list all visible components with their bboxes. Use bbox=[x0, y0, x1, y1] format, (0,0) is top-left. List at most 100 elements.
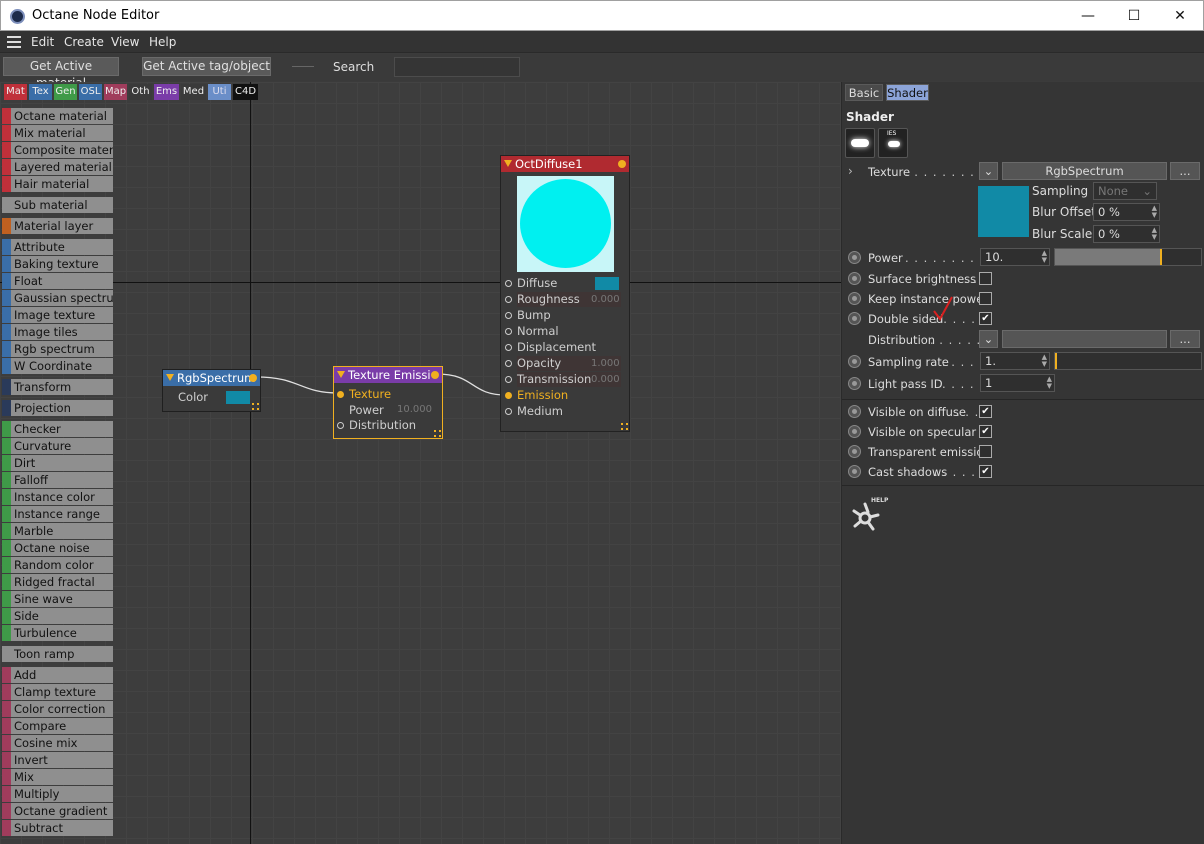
rgb-color-swatch[interactable] bbox=[226, 391, 250, 404]
diffuse-output-port[interactable] bbox=[618, 160, 626, 168]
pin-port[interactable] bbox=[505, 408, 512, 415]
resize-handle-icon[interactable] bbox=[434, 430, 441, 437]
tab-shader[interactable]: Shader bbox=[886, 84, 929, 101]
sampling-rate-field[interactable]: 1. ▲ ▼ bbox=[980, 352, 1050, 370]
pin-port[interactable] bbox=[337, 422, 344, 429]
pin-port[interactable] bbox=[505, 344, 512, 351]
slider-handle[interactable] bbox=[1160, 249, 1163, 265]
diffuse-color-swatch[interactable] bbox=[595, 277, 619, 290]
pin-medium[interactable]: Medium bbox=[505, 404, 621, 419]
expand-chevron-icon[interactable]: › bbox=[848, 164, 853, 178]
node-editor-canvas[interactable]: Mat Tex Gen OSL Map Oth Ems Med Uti C4D Octane ma… bbox=[0, 82, 841, 844]
pin-normal[interactable]: Normal bbox=[505, 324, 621, 339]
animate-radio-icon[interactable] bbox=[848, 251, 861, 264]
keep-instance-power-checkbox[interactable] bbox=[979, 292, 992, 305]
texture-emission-node[interactable]: Texture Emissi Texture Power 10.000 Dist… bbox=[333, 366, 443, 439]
hamburger-menu-icon[interactable] bbox=[7, 36, 21, 48]
pin-displacement[interactable]: Displacement bbox=[505, 340, 621, 355]
maximize-button[interactable]: ☐ bbox=[1119, 5, 1149, 27]
distribution-value-button[interactable] bbox=[1002, 330, 1167, 348]
resize-handle-icon[interactable] bbox=[621, 423, 628, 430]
help-icon[interactable]: HELP bbox=[851, 497, 891, 534]
animate-radio-icon[interactable] bbox=[848, 425, 861, 438]
rgb-spectrum-node[interactable]: RgbSpectrum Color bbox=[162, 369, 261, 412]
animate-radio-icon[interactable] bbox=[848, 355, 861, 368]
spinner-icon[interactable]: ▲ ▼ bbox=[1047, 376, 1052, 390]
animate-radio-icon[interactable] bbox=[848, 445, 861, 458]
pin-diffuse[interactable]: Diffuse bbox=[505, 276, 621, 291]
slider-handle[interactable] bbox=[1055, 353, 1057, 369]
oct-diffuse-node[interactable]: OctDiffuse1 Diffuse Roughness 0.000 Bump Nor… bbox=[500, 155, 630, 432]
pin-port[interactable] bbox=[505, 360, 512, 367]
menu-create[interactable]: Create bbox=[64, 35, 104, 49]
search-input[interactable] bbox=[394, 57, 520, 77]
pin-emission[interactable]: Emission bbox=[505, 388, 621, 403]
diffuse-node-header[interactable]: OctDiffuse1 bbox=[501, 156, 629, 172]
surface-brightness-checkbox[interactable] bbox=[979, 272, 992, 285]
minimize-button[interactable]: — bbox=[1073, 5, 1103, 27]
transparent-emission-checkbox[interactable] bbox=[979, 445, 992, 458]
collapse-triangle-icon[interactable] bbox=[337, 371, 345, 378]
power-slider[interactable] bbox=[1054, 248, 1202, 266]
transparent-emission-label: Transparent emission bbox=[868, 445, 991, 459]
emission-node-header[interactable]: Texture Emissi bbox=[334, 367, 442, 383]
pin-port[interactable] bbox=[505, 392, 512, 399]
power-field[interactable]: 10. ▲ ▼ bbox=[980, 248, 1050, 266]
get-active-tag-button[interactable]: Get Active tag/object bbox=[142, 57, 271, 76]
visible-on-diffuse-checkbox[interactable]: ✔ bbox=[979, 405, 992, 418]
tab-basic[interactable]: Basic bbox=[845, 84, 883, 101]
pin-port[interactable] bbox=[505, 280, 512, 287]
pin-roughness[interactable]: Roughness 0.000 bbox=[505, 292, 621, 307]
collapse-triangle-icon[interactable] bbox=[504, 160, 512, 167]
spinner-icon[interactable]: ▲ ▼ bbox=[1042, 250, 1047, 264]
animate-radio-icon[interactable] bbox=[848, 312, 861, 325]
ies-light-icon[interactable]: IES bbox=[878, 128, 908, 158]
sampling-rate-slider[interactable] bbox=[1054, 352, 1202, 370]
pin-texture[interactable]: Texture bbox=[337, 387, 391, 401]
texture-more-button[interactable]: ... bbox=[1170, 162, 1200, 180]
pin-port[interactable] bbox=[505, 376, 512, 383]
rgb-node-header[interactable]: RgbSpectrum bbox=[163, 370, 260, 386]
resize-handle-icon[interactable] bbox=[252, 403, 259, 410]
pin-port[interactable] bbox=[337, 391, 344, 398]
distribution-dropdown-button[interactable]: ⌄ bbox=[979, 330, 998, 348]
rgb-output-port[interactable] bbox=[249, 374, 257, 382]
pin-port[interactable] bbox=[505, 296, 512, 303]
pin-port[interactable] bbox=[505, 328, 512, 335]
texture-preview-swatch[interactable] bbox=[978, 186, 1029, 237]
menu-view[interactable]: View bbox=[111, 35, 139, 49]
light-pass-id-field[interactable]: 1 ▲ ▼ bbox=[980, 374, 1055, 392]
visible-on-specular-checkbox[interactable]: ✔ bbox=[979, 425, 992, 438]
animate-radio-icon[interactable] bbox=[848, 405, 861, 418]
animate-radio-icon[interactable] bbox=[848, 465, 861, 478]
menu-help[interactable]: Help bbox=[149, 35, 176, 49]
pin-label: Power bbox=[349, 403, 384, 417]
animate-radio-icon[interactable] bbox=[848, 292, 861, 305]
blur-offset-field[interactable]: 0 % ▲ ▼ bbox=[1093, 203, 1160, 221]
pin-opacity[interactable]: Opacity 1.000 bbox=[505, 356, 621, 371]
texture-dropdown-button[interactable]: ⌄ bbox=[979, 162, 998, 180]
texture-value-button[interactable]: RgbSpectrum bbox=[1002, 162, 1167, 180]
area-light-icon[interactable] bbox=[845, 128, 875, 158]
pin-bump[interactable]: Bump bbox=[505, 308, 621, 323]
cast-shadows-checkbox[interactable]: ✔ bbox=[979, 465, 992, 478]
emission-output-port[interactable] bbox=[431, 371, 439, 379]
blur-scale-field[interactable]: 0 % ▲ ▼ bbox=[1093, 225, 1160, 243]
get-active-material-button[interactable]: Get Active material bbox=[3, 57, 119, 90]
pin-power[interactable]: Power 10.000 bbox=[349, 403, 432, 417]
sampling-select[interactable]: None ⌄ bbox=[1093, 182, 1157, 200]
animate-radio-icon[interactable] bbox=[848, 377, 861, 390]
double-sided-checkbox[interactable]: ✔ bbox=[979, 312, 992, 325]
menu-edit[interactable]: Edit bbox=[31, 35, 54, 49]
spinner-icon[interactable]: ▲ ▼ bbox=[1042, 354, 1047, 368]
distribution-label: Distribution bbox=[868, 333, 936, 347]
pin-distribution[interactable]: Distribution bbox=[337, 418, 416, 432]
animate-radio-icon[interactable] bbox=[848, 272, 861, 285]
close-button[interactable]: ✕ bbox=[1165, 5, 1195, 27]
spinner-icon[interactable]: ▲ ▼ bbox=[1152, 227, 1157, 241]
collapse-triangle-icon[interactable] bbox=[166, 374, 174, 381]
distribution-more-button[interactable]: ... bbox=[1170, 330, 1200, 348]
pin-port[interactable] bbox=[505, 312, 512, 319]
spinner-icon[interactable]: ▲ ▼ bbox=[1152, 205, 1157, 219]
pin-transmission[interactable]: Transmission 0.000 bbox=[505, 372, 621, 387]
